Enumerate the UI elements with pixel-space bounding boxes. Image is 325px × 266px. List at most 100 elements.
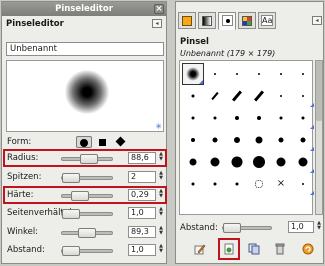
brush-thumbnail[interactable] (226, 129, 248, 151)
duplicate-brush-icon (248, 243, 260, 255)
brush-thumbnail[interactable] (248, 63, 270, 85)
spacing-input[interactable]: 1,0 (288, 221, 314, 233)
brush-thumbnail[interactable] (204, 129, 226, 151)
brush-dot (213, 116, 217, 120)
brush-thumbnail[interactable] (248, 173, 270, 195)
spacing-slider[interactable] (222, 223, 272, 233)
highlight-box (3, 186, 167, 204)
brush-dot (234, 137, 240, 143)
brush-dot (191, 94, 195, 98)
brush-line (211, 91, 219, 101)
tab-gradients[interactable] (198, 12, 216, 29)
scrollbar-thumb[interactable] (316, 61, 322, 121)
brush-thumbnail[interactable] (182, 151, 204, 173)
edit-brush-button[interactable] (190, 241, 210, 257)
brush-thumbnail[interactable] (204, 107, 226, 129)
highlight-box (3, 149, 167, 167)
tab-patterns[interactable] (238, 12, 256, 29)
brush-dot (212, 137, 218, 143)
brush-thumbnail[interactable] (270, 151, 292, 173)
brush-thumbnail[interactable] (292, 129, 314, 151)
brush-thumbnail[interactable] (226, 85, 248, 107)
preview-nav-icon[interactable]: ✳ (155, 123, 162, 131)
brush-thumbnail[interactable] (182, 129, 204, 151)
brush-thumbnail[interactable] (248, 85, 270, 107)
brush-dot (255, 136, 263, 144)
fg-bg-colors-icon (182, 16, 192, 26)
slider-thumb[interactable] (62, 173, 80, 183)
brush-thumbnail[interactable] (182, 107, 204, 129)
brush-thumbnail[interactable] (248, 107, 270, 129)
field-slider[interactable] (61, 173, 113, 183)
spacing-spin-arrows[interactable]: ▲ ▼ (315, 221, 323, 233)
brush-thumbnail[interactable] (226, 107, 248, 129)
brush-thumbnail[interactable] (292, 63, 314, 85)
close-icon[interactable]: × (154, 4, 164, 14)
refresh-brushes-button[interactable] (298, 241, 318, 257)
window-titlebar[interactable]: Pinseleditor × (2, 2, 166, 16)
brush-thumbnail[interactable] (292, 173, 314, 195)
brush-thumbnail[interactable] (204, 85, 226, 107)
tab-brushes[interactable] (218, 12, 236, 30)
brush-thumbnail[interactable] (226, 151, 248, 173)
brush-line (253, 90, 265, 102)
slider-thumb[interactable] (62, 246, 80, 256)
brush-dot (210, 157, 220, 167)
brush-preview-dot (65, 70, 109, 114)
delete-brush-button[interactable] (270, 241, 290, 257)
shape-diamond-button[interactable] (113, 136, 129, 148)
slider-thumb[interactable] (62, 209, 80, 219)
shape-square-button[interactable] (95, 136, 111, 148)
brush-thumbnail[interactable] (292, 107, 314, 129)
brush-dot (301, 116, 305, 120)
slider-thumb[interactable] (78, 228, 96, 238)
brush-thumbnail[interactable] (292, 85, 314, 107)
brush-dot (258, 73, 260, 75)
spin-arrows[interactable]: ▲ ▼ (157, 226, 165, 238)
field-slider[interactable] (61, 228, 113, 238)
brush-thumbnail[interactable] (182, 63, 204, 85)
brush-dot (257, 116, 261, 120)
brush-dot (231, 156, 243, 168)
spin-arrows[interactable]: ▲ ▼ (157, 244, 165, 256)
brush-dot (302, 73, 304, 75)
brush-thumbnail[interactable] (292, 151, 314, 173)
brush-name-input[interactable]: Unbenannt (6, 42, 164, 56)
field-value-input[interactable]: 89,3 (128, 226, 156, 238)
brush-thumbnail[interactable] (270, 129, 292, 151)
brush-thumbnail[interactable] (204, 63, 226, 85)
brush-thumbnail[interactable] (270, 63, 292, 85)
brush-thumbnail[interactable] (182, 85, 204, 107)
brush-tag-marker (310, 191, 314, 195)
field-slider[interactable] (61, 246, 113, 256)
field-value-input[interactable]: 2 (128, 171, 156, 183)
brush-thumbnail[interactable] (270, 107, 292, 129)
brush-tag-marker (199, 80, 203, 84)
brush-thumbnail[interactable] (204, 173, 226, 195)
field-value-input[interactable]: 1,0 (128, 207, 156, 219)
brush-thumbnail[interactable] (204, 151, 226, 173)
tab-colors[interactable] (178, 12, 196, 29)
brush-thumbnail[interactable]: × (270, 173, 292, 195)
spin-arrows[interactable]: ▲ ▼ (157, 207, 165, 219)
brush-thumbnail[interactable] (226, 173, 248, 195)
tab-fonts[interactable]: Aa (258, 12, 276, 29)
brush-thumbnail[interactable] (226, 63, 248, 85)
brush-grid: × (179, 60, 314, 215)
brush-thumbnail[interactable] (270, 85, 292, 107)
duplicate-brush-button[interactable] (244, 241, 264, 257)
brush-grid-scrollbar[interactable] (315, 60, 323, 215)
field-value-input[interactable]: 1,0 (128, 244, 156, 256)
brush-soft (186, 67, 200, 81)
shape-circle-button[interactable] (76, 136, 92, 148)
brush-thumbnail[interactable] (248, 151, 270, 173)
edit-brush-icon (194, 244, 206, 255)
brush-thumbnail[interactable] (248, 129, 270, 151)
tab-menu-icon[interactable]: ◂ (312, 16, 322, 25)
spin-arrows[interactable]: ▲ ▼ (157, 171, 165, 183)
spacing-slider-thumb[interactable] (223, 223, 241, 233)
tab-menu-icon[interactable]: ◂ (152, 19, 162, 28)
brush-thumbnail[interactable] (182, 173, 204, 195)
spacing-label: Abstand: (180, 223, 218, 233)
field-slider[interactable] (61, 209, 113, 219)
